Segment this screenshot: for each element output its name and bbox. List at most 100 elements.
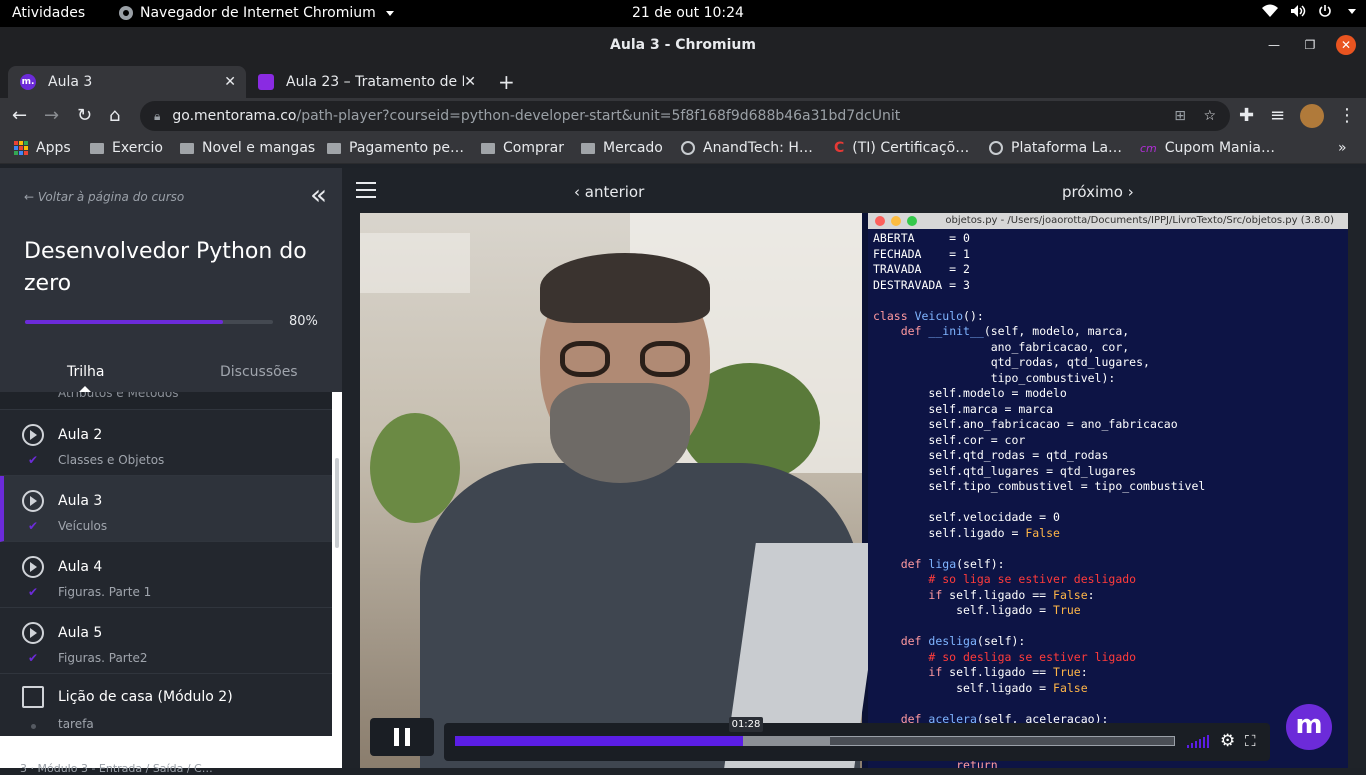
- code-editor-frame: objetos.py - /Users/joaorotta/Documents/…: [868, 213, 1348, 768]
- lesson-subtitle: Veículos: [58, 519, 108, 533]
- bookmarks-overflow-button[interactable]: »: [1338, 140, 1347, 156]
- minimize-button[interactable]: —: [1264, 35, 1284, 55]
- pause-bar: [394, 728, 399, 746]
- bookmark-label: Exercio: [112, 140, 163, 156]
- twitch-favicon-icon: [258, 74, 274, 90]
- translate-icon[interactable]: ⊞: [1174, 108, 1186, 124]
- new-tab-button[interactable]: +: [498, 70, 515, 94]
- media-queue-icon[interactable]: ≡: [1270, 105, 1285, 126]
- window-title-bar[interactable]: Aula 3 - Chromium — ❐ ✕: [0, 27, 1366, 64]
- back-arrow-icon[interactable]: ←: [12, 105, 27, 126]
- tab-trilha[interactable]: Trilha: [67, 364, 104, 380]
- forward-arrow-icon[interactable]: →: [44, 105, 59, 126]
- bookmark-comprar[interactable]: Comprar: [481, 140, 564, 156]
- app-menu[interactable]: Navegador de Internet Chromium: [118, 5, 394, 21]
- time-tooltip: 01:28: [729, 717, 763, 732]
- folder-icon: [90, 142, 104, 154]
- check-icon: ✔: [28, 651, 39, 665]
- extensions-icon[interactable]: ✚: [1239, 105, 1254, 126]
- lesson-title: Lição de casa (Módulo 2): [58, 689, 233, 705]
- lesson-title: Aula 4: [58, 559, 103, 575]
- profile-avatar[interactable]: [1300, 104, 1324, 128]
- pause-bar: [405, 728, 410, 746]
- content-nav: ‹ anterior próximo ›: [342, 168, 1366, 213]
- window-title: Aula 3 - Chromium: [610, 37, 756, 53]
- bookmark-label: Novel e mangas: [202, 140, 316, 156]
- lesson-item[interactable]: Aula 5 ✔ Figuras. Parte2: [0, 608, 332, 674]
- app-menu-label: Navegador de Internet Chromium: [140, 5, 376, 21]
- edit-icon: [22, 686, 44, 708]
- volume-control[interactable]: [1187, 735, 1209, 748]
- lesson-title: Aula 3: [58, 493, 103, 509]
- settings-gear-icon[interactable]: ⚙: [1220, 731, 1235, 751]
- lesson-title: Aula 2: [58, 427, 103, 443]
- code-listing: ABERTA = 0 FECHADA = 1 TRAVADA = 2 DESTR…: [873, 231, 1206, 768]
- pending-dot-icon: [31, 724, 36, 729]
- mac-close-dot: [875, 216, 885, 226]
- mentorama-logo-button[interactable]: m: [1286, 704, 1332, 750]
- pause-button[interactable]: [370, 718, 434, 756]
- close-icon[interactable]: ✕: [464, 74, 476, 90]
- globe-icon: [989, 141, 1003, 155]
- video-player[interactable]: objetos.py - /Users/joaorotta/Documents/…: [360, 213, 1348, 768]
- close-icon[interactable]: ✕: [224, 74, 236, 90]
- bookmark-label: Apps: [36, 140, 71, 156]
- lesson-subtitle: Figuras. Parte 1: [58, 585, 152, 599]
- sidebar-scrollbar[interactable]: [332, 392, 342, 736]
- globe-icon: [681, 141, 695, 155]
- next-button[interactable]: próximo ›: [1062, 183, 1134, 201]
- progress-percent: 80%: [289, 314, 318, 329]
- bookmark-label: Plataforma La…: [1011, 140, 1123, 156]
- lesson-item-active[interactable]: Aula 3 ✔ Veículos: [0, 476, 332, 542]
- lesson-item-homework[interactable]: Lição de casa (Módulo 2) tarefa: [0, 674, 332, 736]
- address-bar[interactable]: 🔒︎ go.mentorama.co/path-player?courseid=…: [140, 101, 1230, 131]
- menu-icon[interactable]: [356, 182, 376, 198]
- code-window-title: objetos.py - /Users/joaorotta/Documents/…: [868, 213, 1348, 229]
- gnome-top-bar: Atividades Navegador de Internet Chromiu…: [0, 0, 1366, 27]
- lesson-item[interactable]: Aula 2 ✔ Classes e Objetos: [0, 410, 332, 476]
- tab-strip: m. Aula 3 ✕ Aula 23 – Tratamento de E ✕ …: [0, 64, 1366, 98]
- bookmark-apps[interactable]: Apps: [14, 140, 71, 156]
- activities-button[interactable]: Atividades: [12, 5, 85, 21]
- home-icon[interactable]: ⌂: [109, 105, 120, 126]
- lock-icon: 🔒︎: [154, 108, 161, 123]
- bookmark-label: Cupom Mania…: [1164, 140, 1275, 156]
- bookmark-cupom-mania[interactable]: cm Cupom Mania…: [1140, 140, 1275, 156]
- next-module-label[interactable]: 3 · Módulo 3 - Entrada / Saída / C…: [0, 736, 342, 775]
- folder-icon: [180, 142, 194, 154]
- play-circle-icon: [22, 490, 44, 512]
- url-domain: go.mentorama.co: [172, 108, 297, 124]
- tab-aula-23[interactable]: Aula 23 – Tratamento de E ✕: [246, 66, 486, 98]
- tab-aula-3[interactable]: m. Aula 3 ✕: [8, 66, 246, 98]
- star-icon[interactable]: ☆: [1203, 108, 1216, 124]
- lesson-title: Aula 5: [58, 625, 103, 641]
- fullscreen-icon[interactable]: ⛶: [1245, 732, 1256, 750]
- clock[interactable]: 21 de out 10:24: [632, 5, 744, 21]
- sidebar-scroll-thumb[interactable]: [335, 458, 339, 548]
- lesson-item[interactable]: Aula 4 ✔ Figuras. Parte 1: [0, 542, 332, 608]
- collapse-sidebar-button[interactable]: «: [310, 178, 327, 211]
- tab-discussoes[interactable]: Discussões: [220, 364, 298, 380]
- bookmark-anandtech[interactable]: AnandTech: H…: [681, 140, 813, 156]
- bookmark-pagamento[interactable]: Pagamento pe…: [327, 140, 464, 156]
- bookmark-novel[interactable]: Novel e mangas: [180, 140, 315, 156]
- back-to-course-link[interactable]: ← Voltar à página do curso: [24, 190, 184, 204]
- lesson-subtitle: tarefa: [58, 717, 94, 731]
- instructor-beard: [550, 383, 690, 483]
- bookmark-label: (TI) Certificaçõ…: [852, 140, 970, 156]
- course-player-page: ← Voltar à página do curso « Desenvolved…: [0, 168, 1366, 775]
- close-window-button[interactable]: ✕: [1336, 35, 1356, 55]
- bookmark-ti-certificacoes[interactable]: C (TI) Certificaçõ…: [834, 140, 969, 156]
- folder-icon: [581, 142, 595, 154]
- previous-button[interactable]: ‹ anterior: [574, 183, 644, 201]
- system-menu[interactable]: [1262, 4, 1356, 18]
- reload-icon[interactable]: ↻: [77, 105, 92, 126]
- chevron-left-icon: ‹: [574, 183, 580, 201]
- tab-label: Aula 23 – Tratamento de E: [286, 74, 464, 90]
- bookmark-exercio[interactable]: Exercio: [90, 140, 163, 156]
- bookmark-mercado[interactable]: Mercado: [581, 140, 663, 156]
- kebab-menu-icon[interactable]: ⋮: [1338, 105, 1356, 126]
- mac-minimize-dot: [891, 216, 901, 226]
- bookmark-plataforma[interactable]: Plataforma La…: [989, 140, 1122, 156]
- maximize-button[interactable]: ❐: [1300, 35, 1320, 55]
